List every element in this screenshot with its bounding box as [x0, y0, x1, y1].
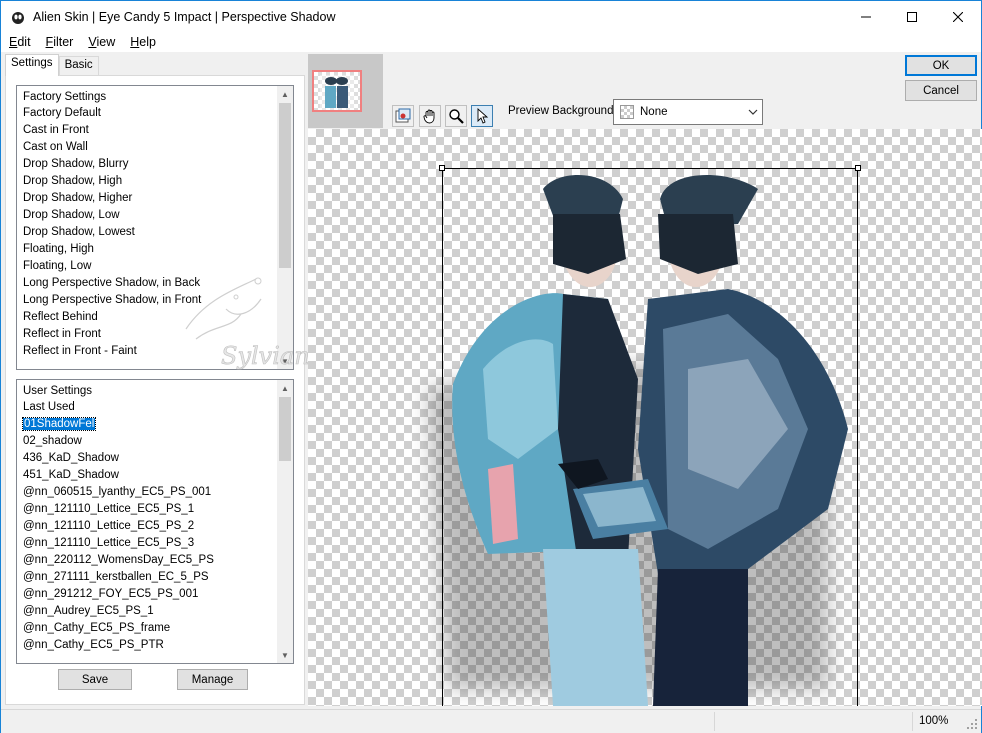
user-item[interactable]: @nn_Cathy_EC5_PS_PTR: [17, 637, 293, 654]
user-item[interactable]: @nn_291212_FOY_EC5_PS_001: [17, 586, 293, 603]
settings-tabs: Settings Basic: [5, 54, 99, 76]
user-scroll-thumb[interactable]: [279, 397, 291, 461]
user-settings-header: User Settings: [23, 385, 93, 397]
window-title: Alien Skin | Eye Candy 5 Impact | Perspe…: [33, 9, 336, 24]
user-item[interactable]: 451_KaD_Shadow: [17, 467, 293, 484]
user-item[interactable]: @nn_121110_Lettice_EC5_PS_2: [17, 518, 293, 535]
save-button[interactable]: Save: [58, 669, 132, 690]
menu-help[interactable]: Help: [122, 35, 163, 49]
minimize-icon: [861, 16, 871, 17]
manage-button[interactable]: Manage: [177, 669, 248, 690]
zoom-level: 100%: [919, 715, 949, 727]
preview-background-select[interactable]: None: [613, 99, 763, 125]
user-item[interactable]: 02_shadow: [17, 433, 293, 450]
pointer-icon: [477, 108, 489, 124]
navigator-thumbnail[interactable]: [308, 54, 383, 128]
user-item[interactable]: @nn_121110_Lettice_EC5_PS_3: [17, 535, 293, 552]
tab-basic[interactable]: Basic: [58, 56, 99, 76]
status-pane: [714, 712, 912, 731]
factory-item[interactable]: Drop Shadow, Higher: [17, 190, 293, 207]
eye-candy-window: Alien Skin | Eye Candy 5 Impact | Perspe…: [0, 0, 982, 733]
chevron-down-icon: [744, 109, 762, 115]
svg-text:Sylviane: Sylviane: [221, 342, 316, 370]
pointer-tool-button[interactable]: [471, 105, 493, 127]
user-item[interactable]: 01ShadowFel: [17, 416, 293, 433]
user-settings-list[interactable]: User Settings Last Used 01ShadowFel 02_sha…: [16, 379, 294, 664]
factory-item[interactable]: Drop Shadow, Lowest: [17, 224, 293, 241]
factory-item[interactable]: Drop Shadow, High: [17, 173, 293, 190]
user-item[interactable]: @nn_271111_kerstballen_EC_5_PS: [17, 569, 293, 586]
hand-tool-button[interactable]: [419, 105, 441, 127]
factory-item[interactable]: Drop Shadow, Blurry: [17, 156, 293, 173]
navigator-button[interactable]: [392, 105, 414, 127]
tab-settings[interactable]: Settings: [5, 54, 59, 76]
navigator-icon: [395, 108, 411, 123]
user-item[interactable]: @nn_121110_Lettice_EC5_PS_1: [17, 501, 293, 518]
hand-icon: [423, 109, 435, 124]
thumbnail-image: [320, 75, 354, 110]
close-button[interactable]: [935, 1, 981, 32]
factory-scroll-thumb[interactable]: [279, 103, 291, 268]
user-items: Last Used 01ShadowFel 02_shadow 436_KaD_Sha…: [17, 399, 293, 654]
ok-button[interactable]: OK: [905, 55, 977, 76]
cancel-button[interactable]: Cancel: [905, 80, 977, 101]
status-bar: [1, 709, 981, 733]
preview-background-value: None: [640, 106, 668, 118]
preview-background-label: Preview Background:: [508, 105, 617, 117]
factory-item[interactable]: Drop Shadow, Low: [17, 207, 293, 224]
close-icon: [953, 11, 963, 22]
factory-item[interactable]: Floating, High: [17, 241, 293, 258]
selection-handle-top-left[interactable]: [439, 165, 445, 171]
scroll-up-icon[interactable]: ▲: [277, 86, 293, 102]
factory-settings-header: Factory Settings: [23, 91, 107, 103]
user-item[interactable]: @nn_220112_WomensDay_EC5_PS: [17, 552, 293, 569]
user-item[interactable]: 436_KaD_Shadow: [17, 450, 293, 467]
settings-panel: Factory Settings Factory Default Cast in …: [5, 75, 305, 705]
user-item[interactable]: @nn_Audrey_EC5_PS_1: [17, 603, 293, 620]
maximize-icon: [907, 11, 917, 22]
title-bar[interactable]: Alien Skin | Eye Candy 5 Impact | Perspe…: [1, 1, 981, 32]
menu-bar: Edit Filter View Help: [1, 32, 981, 52]
user-item[interactable]: @nn_Cathy_EC5_PS_frame: [17, 620, 293, 637]
factory-item[interactable]: Factory Default: [17, 105, 293, 122]
zoom-tool-button[interactable]: [445, 105, 467, 127]
selection-handle-top-right[interactable]: [855, 165, 861, 171]
user-item[interactable]: Last Used: [17, 399, 293, 416]
selection-rectangle[interactable]: [442, 168, 858, 706]
factory-item[interactable]: Cast in Front: [17, 122, 293, 139]
background-swatch: [620, 105, 634, 119]
menu-filter[interactable]: Filter: [38, 35, 81, 49]
scroll-up-icon[interactable]: ▲: [277, 380, 293, 396]
minimize-button[interactable]: [843, 1, 889, 32]
zoom-icon: [449, 109, 464, 124]
resize-grip-icon[interactable]: [966, 718, 978, 730]
navigator-frame[interactable]: [312, 70, 362, 112]
menu-edit[interactable]: Edit: [1, 35, 38, 49]
menu-view[interactable]: View: [80, 35, 122, 49]
scroll-down-icon[interactable]: ▼: [277, 647, 293, 663]
factory-item[interactable]: Cast on Wall: [17, 139, 293, 156]
user-item[interactable]: @nn_060515_lyanthy_EC5_PS_001: [17, 484, 293, 501]
preview-canvas[interactable]: [308, 129, 982, 706]
maximize-button[interactable]: [889, 1, 935, 32]
sylviane-watermark: Sylviane: [185, 277, 316, 370]
user-scrollbar[interactable]: ▲ ▼: [277, 380, 293, 663]
app-icon: [12, 11, 24, 24]
